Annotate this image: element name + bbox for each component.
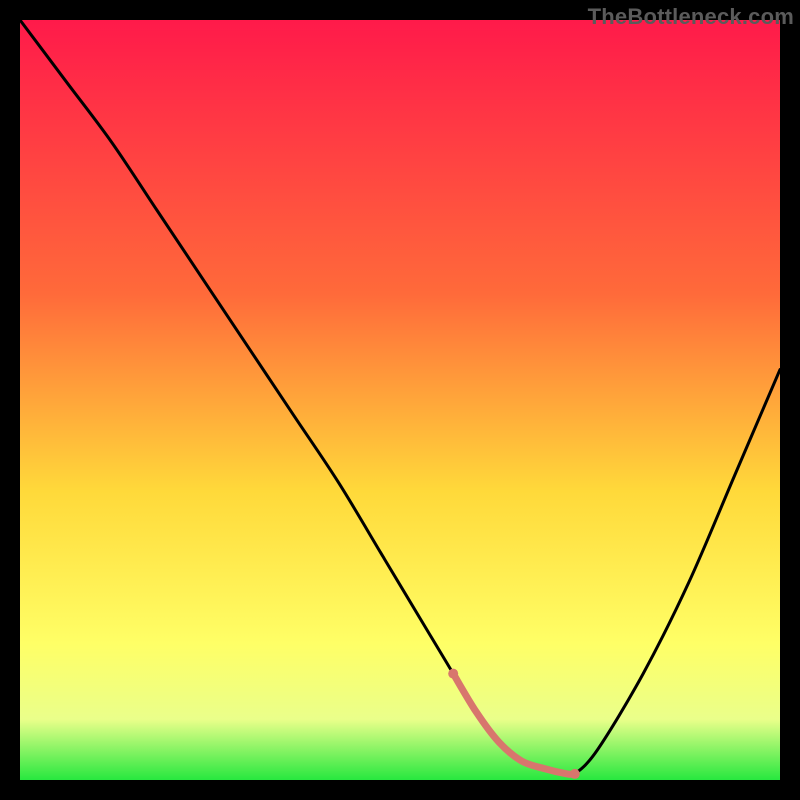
highlight-dot-start [448,669,458,679]
watermark-text: TheBottleneck.com [588,4,794,30]
highlight-dot-end [570,769,580,779]
gradient-background [20,20,780,780]
chart-frame: TheBottleneck.com [0,0,800,800]
bottleneck-plot [20,20,780,780]
plot-area [20,20,780,780]
